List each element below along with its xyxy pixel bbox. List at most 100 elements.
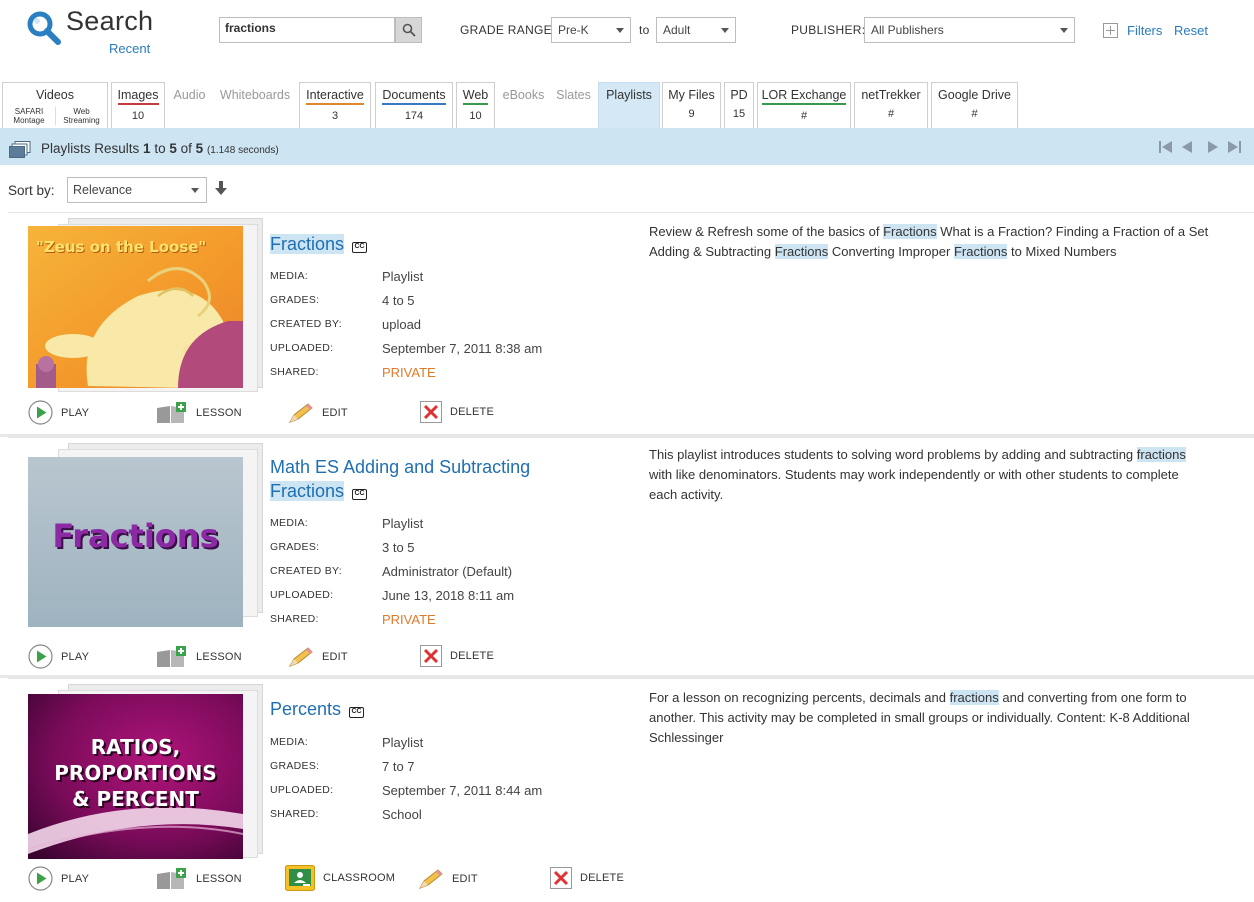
google-classroom-button[interactable]: CLASSROOM bbox=[285, 865, 395, 891]
closed-caption-icon: CC bbox=[349, 707, 365, 718]
sort-direction-arrow-icon[interactable] bbox=[214, 181, 228, 197]
previous-page-icon[interactable] bbox=[1182, 141, 1193, 153]
edit-button[interactable]: EDIT bbox=[418, 868, 478, 890]
uploaded-value: September 7, 2011 8:38 am bbox=[382, 341, 543, 356]
play-label: PLAY bbox=[61, 406, 90, 419]
tab-videos-safari-montage[interactable]: SAFARI Montage bbox=[3, 107, 55, 125]
sort-value: Relevance bbox=[73, 183, 133, 197]
tab-label: eBooks bbox=[502, 88, 545, 102]
created-by-value: Administrator (Default) bbox=[382, 564, 513, 579]
add-to-lesson-button[interactable]: LESSON bbox=[156, 646, 242, 668]
results-summary: Playlists Results 1 to 5 of 5 (1.148 sec… bbox=[41, 141, 279, 156]
tab-videos-web-streaming[interactable]: Web Streaming bbox=[55, 107, 107, 125]
edit-label: EDIT bbox=[452, 873, 478, 885]
tab-playlists[interactable]: Playlists bbox=[598, 82, 660, 128]
results-to: 5 bbox=[169, 141, 177, 156]
tab-label: Interactive bbox=[306, 88, 364, 105]
tab-ebooks[interactable]: eBooks bbox=[498, 82, 549, 128]
tab-nettrekker[interactable]: netTrekker # bbox=[854, 82, 928, 128]
play-icon bbox=[28, 400, 53, 425]
tab-count: 10 bbox=[131, 110, 145, 122]
closed-caption-icon: CC bbox=[352, 242, 368, 253]
publisher-value: All Publishers bbox=[871, 23, 944, 37]
play-button[interactable]: PLAY bbox=[28, 866, 89, 891]
result-title-text: Fractions bbox=[270, 481, 345, 501]
result-card: Fractions Math ES Adding and Subtracting… bbox=[8, 437, 1254, 675]
add-to-lesson-button[interactable]: LESSON bbox=[156, 868, 242, 890]
chevron-down-icon bbox=[191, 188, 199, 193]
grade-to-select[interactable]: Adult bbox=[656, 17, 736, 43]
search-icon bbox=[402, 23, 416, 37]
tab-count: # bbox=[800, 110, 808, 122]
publisher-select[interactable]: All Publishers bbox=[864, 17, 1075, 43]
lesson-book-plus-icon bbox=[157, 402, 186, 423]
thumbnail[interactable]: "Zeus on the Loose" bbox=[28, 226, 243, 388]
next-page-icon[interactable] bbox=[1207, 141, 1218, 153]
edit-button[interactable]: EDIT bbox=[288, 402, 348, 424]
tab-google-drive[interactable]: Google Drive # bbox=[931, 82, 1018, 128]
grade-from-select[interactable]: Pre-K bbox=[551, 17, 631, 43]
tab-web[interactable]: Web 10 bbox=[456, 82, 495, 128]
result-description: Review & Refresh some of the basics of F… bbox=[649, 222, 1209, 262]
tab-count: 174 bbox=[404, 110, 424, 122]
tab-videos[interactable]: Videos SAFARI Montage Web Streaming bbox=[2, 82, 108, 128]
tab-images[interactable]: Images 10 bbox=[111, 82, 165, 128]
delete-button[interactable]: DELETE bbox=[420, 401, 494, 423]
filters-link[interactable]: Filters bbox=[1127, 23, 1162, 38]
result-title[interactable]: Math ES Adding and Subtracting Fractions… bbox=[270, 455, 530, 503]
page-title: Search bbox=[66, 6, 154, 36]
first-page-icon[interactable] bbox=[1159, 141, 1173, 153]
last-page-icon[interactable] bbox=[1227, 141, 1241, 153]
thumbnail-caption: Fractions bbox=[52, 517, 219, 555]
tab-label: Playlists bbox=[606, 88, 652, 102]
recent-link[interactable]: Recent bbox=[109, 41, 150, 56]
delete-label: DELETE bbox=[580, 872, 624, 884]
tab-count: 10 bbox=[469, 110, 482, 122]
result-title[interactable]: Percents CC bbox=[270, 697, 365, 721]
magnifier-logo-icon bbox=[27, 11, 61, 45]
delete-button[interactable]: DELETE bbox=[420, 645, 494, 667]
google-classroom-icon bbox=[285, 865, 315, 891]
desc-highlight: Fractions bbox=[953, 244, 1008, 259]
uploaded-value: September 7, 2011 8:44 am bbox=[382, 783, 543, 798]
uploaded-label: UPLOADED: bbox=[270, 589, 334, 601]
play-label: PLAY bbox=[61, 650, 90, 663]
play-button[interactable]: PLAY bbox=[28, 644, 89, 669]
search-input[interactable]: fractions bbox=[219, 17, 395, 43]
tab-count: 15 bbox=[732, 108, 746, 120]
expand-plus-icon[interactable] bbox=[1103, 23, 1118, 38]
tab-audio[interactable]: Audio bbox=[167, 82, 212, 128]
thumbnail-stack[interactable]: Ratios, Proportions & Percent bbox=[28, 684, 268, 859]
thumbnail-stack[interactable]: "Zeus on the Loose" bbox=[28, 218, 268, 392]
tab-whiteboards[interactable]: Whiteboards bbox=[214, 82, 296, 128]
thumbnail-stack[interactable]: Fractions bbox=[28, 443, 268, 627]
tab-videos-subtabs: SAFARI Montage Web Streaming bbox=[3, 107, 107, 125]
result-title[interactable]: Fractions CC bbox=[270, 232, 368, 256]
tab-slates[interactable]: Slates bbox=[551, 82, 596, 128]
edit-button[interactable]: EDIT bbox=[288, 646, 348, 668]
reset-link[interactable]: Reset bbox=[1174, 23, 1208, 38]
delete-button[interactable]: DELETE bbox=[550, 867, 624, 889]
thumbnail[interactable]: Ratios, Proportions & Percent bbox=[28, 694, 243, 859]
search-button[interactable] bbox=[395, 17, 422, 43]
tab-label: My Files bbox=[668, 88, 715, 102]
thumbnail[interactable]: Fractions bbox=[28, 457, 243, 627]
tab-lor-exchange[interactable]: LOR Exchange # bbox=[757, 82, 851, 128]
tab-my-files[interactable]: My Files 9 bbox=[662, 82, 721, 128]
lesson-book-plus-icon bbox=[157, 646, 186, 667]
desc-text: For a lesson on recognizing percents, de… bbox=[649, 690, 950, 705]
created-by-value: upload bbox=[382, 317, 422, 332]
desc-highlight: Fractions bbox=[883, 224, 937, 239]
thumbnail-caption: "Zeus on the Loose" bbox=[36, 238, 207, 256]
add-to-lesson-button[interactable]: LESSON bbox=[156, 402, 242, 424]
desc-text: Converting Improper bbox=[828, 244, 954, 259]
tab-pd[interactable]: PD 15 bbox=[724, 82, 754, 128]
lesson-label: LESSON bbox=[196, 407, 242, 419]
tab-interactive[interactable]: Interactive 3 bbox=[299, 82, 371, 128]
play-label: PLAY bbox=[61, 872, 90, 885]
play-button[interactable]: PLAY bbox=[28, 400, 89, 425]
result-title-text: Fractions bbox=[270, 234, 345, 254]
desc-text: Review & Refresh some of the basics of bbox=[649, 224, 884, 239]
tab-documents[interactable]: Documents 174 bbox=[375, 82, 453, 128]
sort-select[interactable]: Relevance bbox=[67, 177, 207, 203]
